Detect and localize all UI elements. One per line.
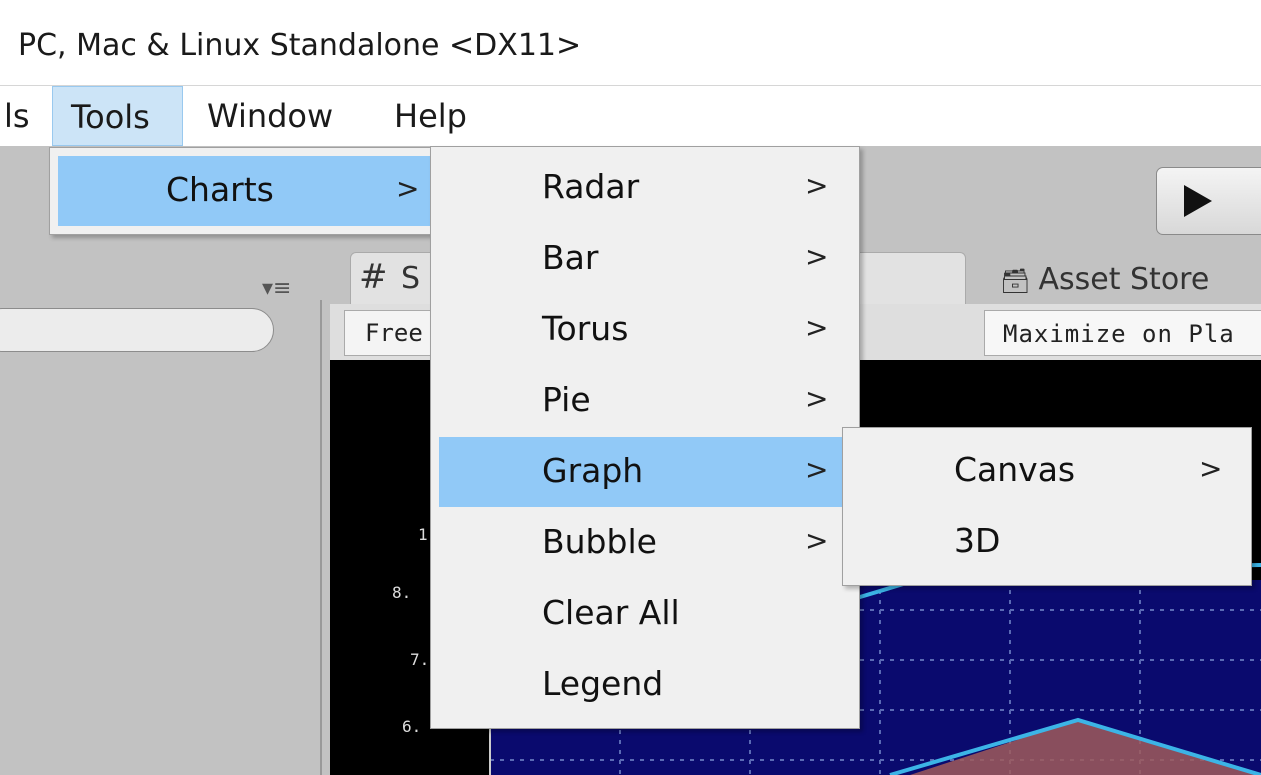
graph-tick-label: 1 bbox=[418, 525, 428, 544]
tools-menu: Charts > bbox=[49, 147, 437, 235]
menu-item-label: Canvas bbox=[954, 450, 1076, 489]
menu-window[interactable]: Window bbox=[207, 86, 333, 146]
menu-item-label: Graph bbox=[542, 451, 644, 490]
chevron-right-icon: > bbox=[805, 240, 829, 273]
menu-tools-partial[interactable]: ls bbox=[4, 86, 30, 146]
panel-menu-icon[interactable]: ▾≡ bbox=[262, 276, 291, 301]
hierarchy-panel bbox=[0, 300, 322, 775]
menu-item-charts[interactable]: Charts > bbox=[58, 156, 436, 226]
tab-scene-label: S bbox=[401, 261, 421, 296]
menu-item-label: Legend bbox=[542, 664, 664, 703]
menu-item-radar[interactable]: Radar > bbox=[439, 153, 859, 223]
hierarchy-search-input[interactable] bbox=[0, 308, 274, 352]
aspect-dropdown-label: Free bbox=[365, 319, 423, 347]
tab-asset-store[interactable]: 🗃 Asset Store bbox=[1000, 262, 1209, 297]
chevron-right-icon: > bbox=[805, 453, 829, 486]
graph-tick-label: 6. bbox=[402, 717, 421, 736]
graph-submenu: Canvas > 3D bbox=[842, 427, 1252, 586]
chevron-right-icon: > bbox=[805, 311, 829, 344]
menu-item-label: Torus bbox=[542, 309, 629, 348]
menu-bar: ls Tools Window Help bbox=[0, 86, 1261, 146]
chevron-right-icon: > bbox=[396, 172, 420, 205]
menu-item-charts-label: Charts bbox=[166, 170, 274, 209]
menu-item-3d[interactable]: 3D bbox=[851, 507, 1243, 577]
maximize-on-play-label: Maximize on Pla bbox=[1003, 320, 1235, 348]
menu-tools[interactable]: Tools bbox=[52, 86, 183, 146]
chevron-right-icon: > bbox=[805, 169, 829, 202]
play-icon bbox=[1184, 185, 1212, 217]
maximize-on-play-toggle[interactable]: Maximize on Pla bbox=[984, 310, 1261, 356]
tab-asset-store-label: Asset Store bbox=[1038, 262, 1210, 297]
graph-tick-label: 8. bbox=[392, 583, 411, 602]
charts-submenu: Radar > Bar > Torus > Pie > Graph > Bubb… bbox=[430, 146, 860, 729]
title-bar: PC, Mac & Linux Standalone <DX11> bbox=[0, 0, 1261, 86]
chevron-right-icon: > bbox=[805, 524, 829, 557]
menu-item-label: Clear All bbox=[542, 593, 680, 632]
menu-item-canvas[interactable]: Canvas > bbox=[851, 436, 1243, 506]
chevron-right-icon: > bbox=[805, 382, 829, 415]
menu-help[interactable]: Help bbox=[394, 86, 467, 146]
menu-item-label: Bar bbox=[542, 238, 599, 277]
menu-item-label: Bubble bbox=[542, 522, 657, 561]
menu-item-label: 3D bbox=[954, 521, 1001, 560]
menu-item-pie[interactable]: Pie > bbox=[439, 366, 859, 436]
chevron-right-icon: > bbox=[1199, 452, 1223, 485]
graph-tick-label: 7. bbox=[410, 650, 429, 669]
asset-store-icon: 🗃 bbox=[1000, 267, 1031, 295]
menu-item-bubble[interactable]: Bubble > bbox=[439, 508, 859, 578]
menu-item-graph[interactable]: Graph > bbox=[439, 437, 859, 507]
scene-hash-icon: # bbox=[359, 257, 388, 297]
menu-item-torus[interactable]: Torus > bbox=[439, 295, 859, 365]
menu-item-clear-all[interactable]: Clear All bbox=[439, 579, 859, 649]
window-title: PC, Mac & Linux Standalone <DX11> bbox=[18, 28, 582, 63]
play-button[interactable] bbox=[1156, 167, 1261, 235]
menu-item-bar[interactable]: Bar > bbox=[439, 224, 859, 294]
menu-item-label: Radar bbox=[542, 167, 640, 206]
menu-item-label: Pie bbox=[542, 380, 591, 419]
menu-item-legend[interactable]: Legend bbox=[439, 650, 859, 720]
